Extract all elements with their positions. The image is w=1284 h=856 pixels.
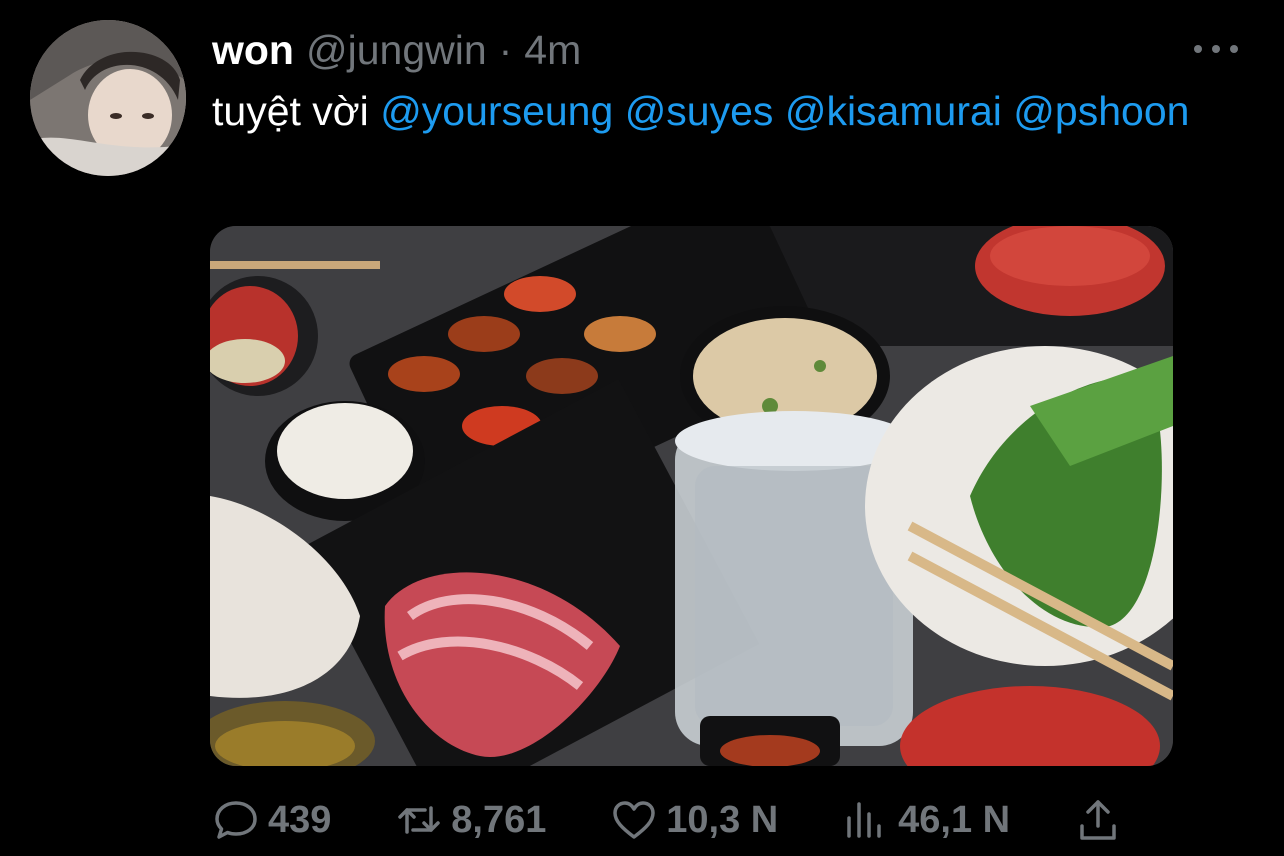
like-count: 10,3 N xyxy=(666,798,779,841)
mention-link[interactable]: @yourseung xyxy=(380,88,613,134)
timestamp[interactable]: 4m xyxy=(524,26,581,74)
mention-link[interactable]: @pshoon xyxy=(1013,88,1189,134)
share-upload-icon xyxy=(1080,800,1116,840)
tweet-header: won @jungwin · 4m xyxy=(212,26,581,74)
tweet-text: tuyệt vời @yourseung @suyes @kisamurai @… xyxy=(212,84,1232,138)
bar-chart-icon xyxy=(847,802,881,838)
retweet-icon xyxy=(398,806,441,834)
avatar-image xyxy=(30,20,186,176)
more-horizontal-icon[interactable] xyxy=(1194,38,1238,60)
separator-dot: · xyxy=(498,27,513,73)
retweet-count: 8,761 xyxy=(451,798,547,841)
tweet-photo[interactable] xyxy=(210,226,1173,766)
reply-count: 439 xyxy=(268,798,332,841)
mention-link[interactable]: @kisamurai xyxy=(785,88,1002,134)
author-handle[interactable]: @jungwin xyxy=(306,26,487,74)
retweet-button[interactable]: 8,761 xyxy=(395,796,546,844)
share-button[interactable] xyxy=(1074,796,1122,844)
views-button[interactable]: 46,1 N xyxy=(842,796,1010,844)
author-name[interactable]: won xyxy=(212,26,294,74)
mention-link[interactable]: @suyes xyxy=(625,88,774,134)
avatar[interactable] xyxy=(30,20,186,176)
comment-icon xyxy=(215,801,257,839)
tweet-actions: 439 8,761 10,3 N 46,1 N xyxy=(212,792,1122,848)
like-button[interactable]: 10,3 N xyxy=(610,796,778,844)
reply-button[interactable]: 439 xyxy=(212,796,331,844)
views-count: 46,1 N xyxy=(898,798,1011,841)
heart-icon xyxy=(613,801,656,839)
tweet-text-body: tuyệt vời xyxy=(212,88,369,134)
